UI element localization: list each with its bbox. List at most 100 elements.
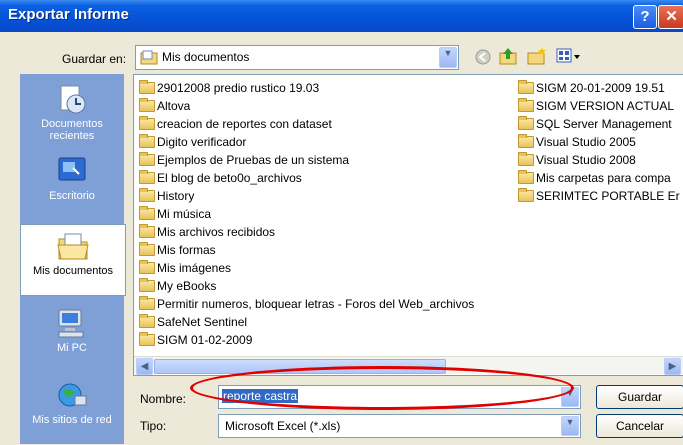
folder-icon	[518, 151, 534, 166]
file-item[interactable]: SIGM 20-01-2009 19.51	[518, 79, 665, 96]
place-label: Escritorio	[49, 190, 95, 202]
folder-icon	[139, 151, 155, 166]
place-network-places[interactable]: Mis sitios de red	[20, 378, 124, 426]
help-button[interactable]: ?	[633, 5, 657, 29]
folder-icon	[518, 97, 534, 112]
file-item[interactable]: History	[139, 187, 194, 204]
file-name-field[interactable]: reporte castra ▼	[218, 385, 581, 409]
close-button[interactable]: ✕	[658, 5, 683, 29]
file-item-label: Permitir numeros, bloquear letras - Foro…	[157, 296, 475, 311]
file-item-label: Visual Studio 2008	[536, 152, 636, 167]
new-folder-icon[interactable]	[526, 46, 548, 66]
file-item[interactable]: Altova	[139, 97, 190, 114]
file-item[interactable]: SafeNet Sentinel	[139, 313, 247, 330]
folder-icon	[518, 169, 534, 184]
file-item[interactable]: Mi música	[139, 205, 211, 222]
folder-icon	[139, 259, 155, 274]
chevron-down-icon[interactable]: ▼	[561, 387, 579, 407]
file-list[interactable]: 29012008 predio rustico 19.03 Altova creac…	[133, 74, 683, 376]
scrollbar-thumb[interactable]	[154, 359, 446, 374]
file-item[interactable]: SQL Server Management	[518, 115, 672, 132]
folder-icon	[139, 205, 155, 220]
file-item[interactable]: El blog de beto0o_archivos	[139, 169, 302, 186]
file-type-value: Microsoft Excel (*.xls)	[225, 419, 341, 433]
file-item[interactable]: Digito verificador	[139, 133, 246, 150]
folder-icon	[139, 115, 155, 130]
up-folder-icon[interactable]	[498, 46, 518, 66]
save-button[interactable]: Guardar	[596, 385, 683, 409]
folder-icon	[139, 331, 155, 346]
save-dialog: Exportar Informe ? ✕ Guardar en: Mis doc…	[0, 0, 683, 445]
file-item[interactable]: Mis imágenes	[139, 259, 231, 276]
dialog-title: Exportar Informe	[8, 6, 129, 23]
folder-icon	[139, 295, 155, 310]
file-item[interactable]: Visual Studio 2005	[518, 133, 636, 150]
file-item-label: Ejemplos de Pruebas de un sistema	[157, 152, 350, 167]
folder-icon	[139, 313, 155, 328]
file-item-label: Mis imágenes	[157, 260, 232, 275]
views-menu-icon[interactable]	[556, 47, 582, 65]
file-item-label: Mis carpetas para compa	[536, 170, 671, 185]
location-value: Mis documentos	[162, 50, 250, 64]
horizontal-scrollbar[interactable]: ◀ ▶	[134, 356, 683, 375]
place-my-computer[interactable]: Mi PC	[20, 306, 124, 354]
file-item[interactable]: Mis archivos recibidos	[139, 223, 275, 240]
my-computer-icon	[58, 309, 84, 338]
file-item[interactable]: My eBooks	[139, 277, 216, 294]
folder-icon	[518, 187, 534, 202]
desktop-icon	[58, 157, 86, 181]
my-documents-icon	[57, 233, 89, 260]
file-item[interactable]: Ejemplos de Pruebas de un sistema	[139, 151, 349, 168]
place-label: Mis documentos	[32, 265, 114, 277]
file-item-label: History	[157, 188, 195, 203]
file-item[interactable]: SERIMTEC PORTABLE Er	[518, 187, 680, 204]
file-item[interactable]: Mis formas	[139, 241, 216, 258]
cancel-button[interactable]: Cancelar	[596, 414, 683, 438]
folder-icon	[518, 115, 534, 130]
file-item[interactable]: Permitir numeros, bloquear letras - Foro…	[139, 295, 474, 312]
file-item-label: SafeNet Sentinel	[157, 314, 248, 329]
place-label: Documentos recientes	[41, 118, 103, 142]
folder-icon	[139, 241, 155, 256]
file-item[interactable]: 29012008 predio rustico 19.03	[139, 79, 319, 96]
places-bar: Documentos recientes Escritorio Mis docu…	[20, 74, 126, 444]
folder-icon	[518, 133, 534, 148]
scroll-left-icon[interactable]: ◀	[136, 358, 153, 375]
file-item-label: SERIMTEC PORTABLE Er	[536, 188, 680, 203]
type-label: Tipo:	[140, 419, 167, 433]
folder-icon	[139, 223, 155, 238]
file-item-label: Mis formas	[157, 242, 216, 257]
file-item[interactable]: Mis carpetas para compa	[518, 169, 671, 186]
file-item[interactable]: Visual Studio 2008	[518, 151, 636, 168]
file-item-label: Mi música	[157, 206, 212, 221]
file-item-label: 29012008 predio rustico 19.03	[157, 80, 320, 95]
file-item-label: SQL Server Management	[536, 116, 672, 131]
back-icon[interactable]	[474, 48, 492, 66]
place-label: Mis sitios de red	[32, 414, 112, 426]
place-recent-documents[interactable]: Documentos recientes	[20, 82, 124, 142]
file-item-label: Visual Studio 2005	[536, 134, 636, 149]
file-item-label: El blog de beto0o_archivos	[157, 170, 302, 185]
file-item[interactable]: SIGM VERSION ACTUAL	[518, 97, 674, 114]
file-type-dropdown[interactable]: Microsoft Excel (*.xls) ▼	[218, 414, 581, 438]
folder-icon	[139, 169, 155, 184]
folder-icon	[139, 277, 155, 292]
file-item[interactable]: SIGM 01-02-2009	[139, 331, 252, 348]
file-item-label: SIGM VERSION ACTUAL	[536, 98, 675, 113]
folder-icon	[139, 187, 155, 202]
chevron-down-icon[interactable]: ▼	[561, 416, 579, 436]
save-in-dropdown[interactable]: Mis documentos ▼	[135, 45, 459, 70]
name-label: Nombre:	[140, 392, 187, 406]
title-bar[interactable]: Exportar Informe ? ✕	[0, 0, 683, 32]
place-my-documents[interactable]: Mis documentos	[20, 224, 126, 296]
file-item-label: Altova	[157, 98, 191, 113]
file-item-label: Digito verificador	[157, 134, 247, 149]
scroll-right-icon[interactable]: ▶	[664, 358, 681, 375]
file-item[interactable]: creacion de reportes con dataset	[139, 115, 332, 132]
file-name-value[interactable]: reporte castra	[222, 389, 299, 403]
place-desktop[interactable]: Escritorio	[20, 154, 124, 202]
file-item-label: My eBooks	[157, 278, 217, 293]
save-in-label: Guardar en:	[62, 52, 127, 66]
recent-documents-icon	[60, 85, 86, 114]
chevron-down-icon[interactable]: ▼	[439, 47, 457, 68]
